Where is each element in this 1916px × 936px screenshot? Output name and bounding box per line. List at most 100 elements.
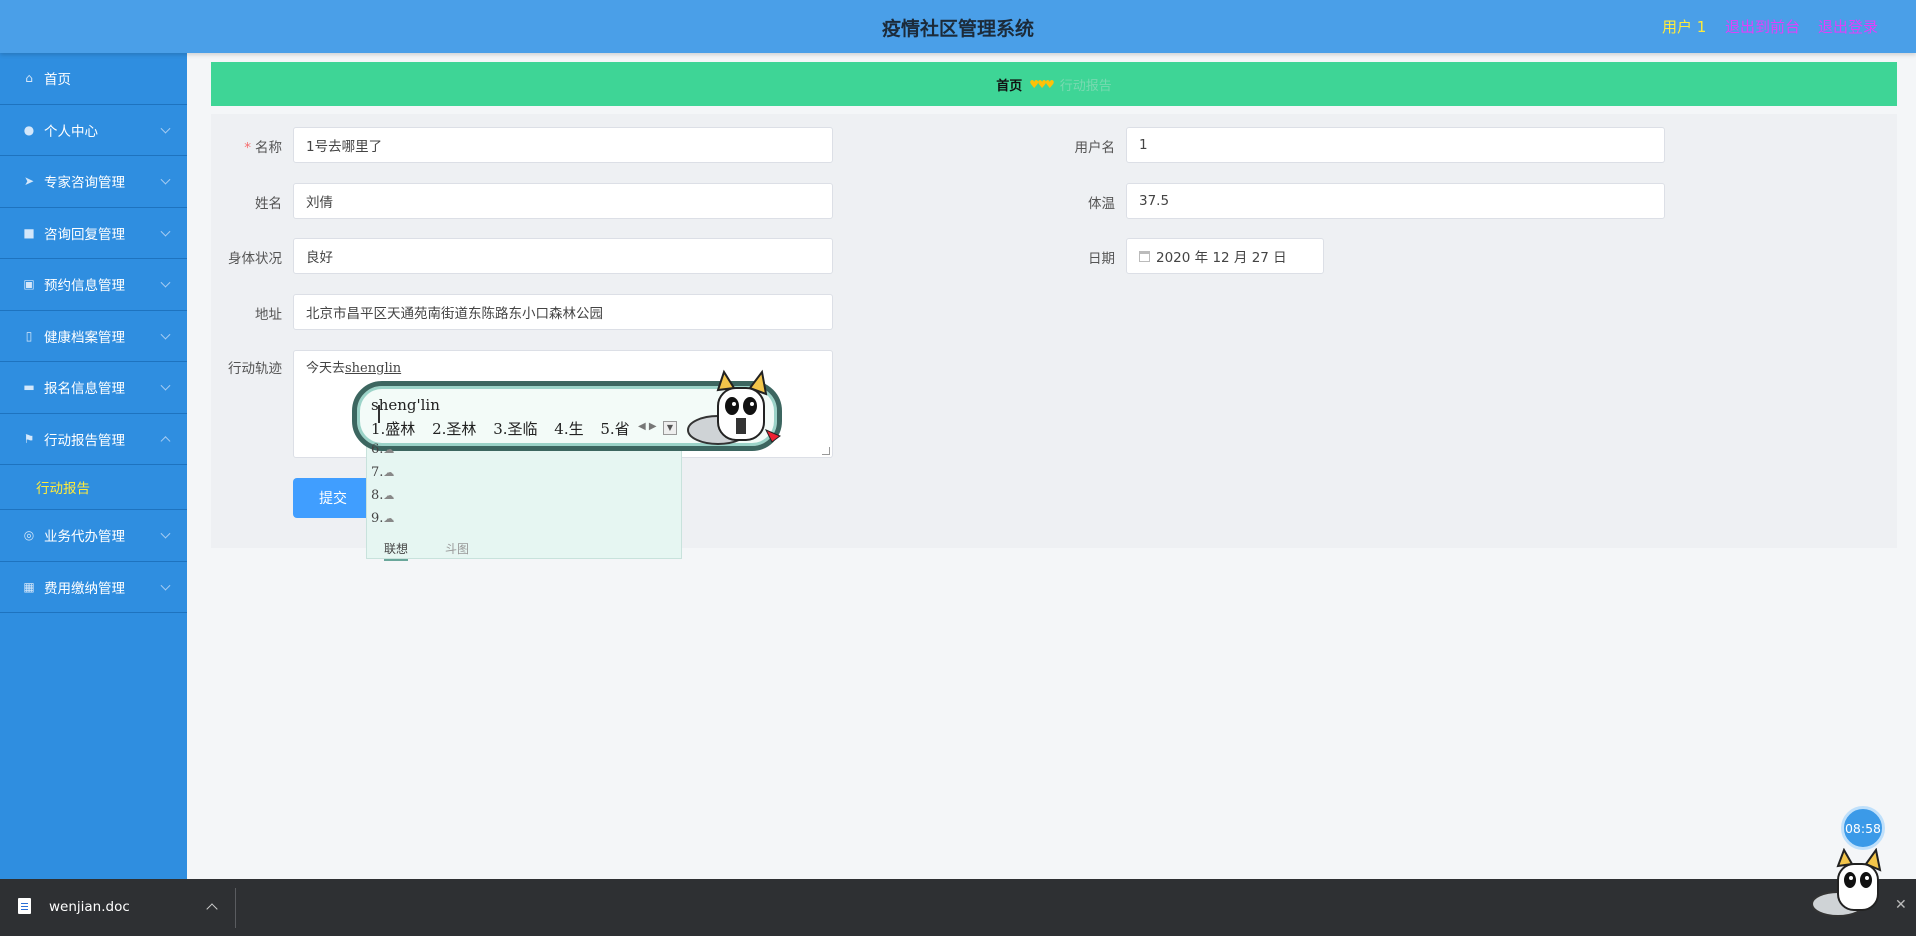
sidebar-item-expert-consult[interactable]: ➤ 专家咨询管理: [0, 156, 187, 208]
cloud-icon: ☁: [383, 512, 395, 525]
reply-icon: ■: [23, 225, 35, 240]
sidebar-item-profile[interactable]: ● 个人中心: [0, 105, 187, 156]
track-text: 今天去: [306, 361, 346, 376]
date-label: 日期: [1088, 251, 1115, 267]
ime-cloud-row[interactable]: 6.☁: [371, 442, 394, 457]
ime-mascot-image: [687, 369, 781, 445]
date-picker[interactable]: 2020 年 12 月 27 日: [1126, 238, 1324, 274]
sidebar-item-registration[interactable]: ▬ 报名信息管理: [0, 362, 187, 414]
sidebar-item-label: 报名信息管理: [44, 381, 125, 398]
breadcrumb: 首页 ♥♥♥ 行动报告: [211, 62, 1897, 106]
lifebuoy-icon: ◎: [23, 528, 35, 543]
send-icon: ➤: [23, 174, 35, 189]
user-icon: ●: [23, 122, 35, 137]
chevron-down-icon: [160, 380, 171, 391]
username-input[interactable]: 1: [1126, 127, 1665, 163]
track-label: 行动轨迹: [228, 361, 282, 377]
realname-input[interactable]: 刘倩: [293, 183, 833, 219]
ime-candidate[interactable]: 3.圣临: [493, 420, 537, 438]
taskbar: [0, 879, 1916, 936]
sidebar-item-label: 费用缴纳管理: [44, 580, 125, 597]
sidebar-item-action-report[interactable]: ⚑ 行动报告管理: [0, 414, 187, 465]
chevron-down-icon: [160, 528, 171, 539]
ticket-icon: ▬: [23, 380, 35, 395]
health-label: 身体状况: [228, 251, 282, 267]
chevron-down-icon: [160, 123, 171, 134]
sidebar-item-home[interactable]: ⌂ 首页: [0, 53, 187, 105]
ime-candidate-row: 1.盛林 2.圣林 3.圣临 4.生 5.省: [371, 418, 642, 439]
download-file-name[interactable]: wenjian.doc: [49, 899, 130, 915]
temperature-label: 体温: [1088, 196, 1115, 212]
sidebar-item-label: 健康档案管理: [44, 329, 125, 346]
breadcrumb-separator-icon: ♥♥♥: [1029, 77, 1055, 91]
corner-mascot-image: [1811, 848, 1882, 917]
health-input[interactable]: 良好: [293, 238, 833, 274]
sidebar-item-consult-reply[interactable]: ■ 咨询回复管理: [0, 208, 187, 259]
ime-candidate[interactable]: 5.省: [600, 420, 629, 438]
ime-tab-stickers[interactable]: 斗图: [445, 540, 469, 557]
chevron-down-icon: [160, 226, 171, 237]
chevron-down-icon: [160, 580, 171, 591]
close-icon[interactable]: ✕: [1895, 897, 1907, 913]
ime-cloud-row[interactable]: 9.☁: [371, 511, 394, 526]
cloud-icon: ☁: [383, 443, 395, 456]
ime-candidate[interactable]: 4.生: [554, 420, 583, 438]
address-label: 地址: [255, 307, 282, 323]
lock-icon: ▯: [25, 328, 33, 343]
required-asterisk: *: [244, 140, 251, 156]
chevron-up-icon: [160, 435, 171, 446]
chevron-down-icon: [160, 329, 171, 340]
sidebar-item-health-records[interactable]: ▯ 健康档案管理: [0, 311, 187, 362]
ime-tab-association[interactable]: 联想: [384, 540, 409, 561]
sidebar-item-business-agent[interactable]: ◎ 业务代办管理: [0, 510, 187, 562]
flag-icon: ⚑: [23, 431, 35, 446]
sidebar-item-label: 个人中心: [44, 123, 98, 140]
sidebar-item-label: 首页: [44, 72, 71, 89]
ime-expand-icon[interactable]: ▼: [663, 421, 677, 435]
taskbar-divider: [235, 888, 236, 928]
logout-link[interactable]: 退出登录: [1818, 16, 1878, 37]
current-user: 用户 1: [1662, 18, 1707, 36]
sidebar-item-label: 行动报告管理: [44, 432, 125, 449]
submit-button[interactable]: 提交: [293, 478, 373, 518]
ime-page-arrows-icon[interactable]: ◀ ▶: [638, 421, 657, 432]
sidebar-item-fee-payment[interactable]: ▦ 费用缴纳管理: [0, 562, 187, 613]
ime-cloud-row[interactable]: 7.☁: [371, 465, 394, 480]
sidebar-item-label: 业务代办管理: [44, 529, 125, 546]
sidebar-item-label: 预约信息管理: [44, 278, 125, 295]
sidebar-item-label: 咨询回复管理: [44, 226, 125, 243]
ime-candidate[interactable]: 2.圣林: [432, 420, 476, 438]
name-label: * 名称: [244, 140, 282, 156]
top-header: 疫情社区管理系统 用户 1 退出到前台 退出登录: [0, 0, 1916, 53]
resize-handle[interactable]: [822, 447, 830, 455]
ime-candidate-panel: [366, 434, 682, 559]
temperature-input[interactable]: 37.5: [1126, 183, 1665, 219]
track-composing-text: shenglin: [345, 361, 402, 376]
cloud-icon: ☁: [383, 466, 395, 479]
app-title: 疫情社区管理系统: [881, 18, 1034, 40]
document-icon: [18, 898, 31, 914]
exit-to-front-link[interactable]: 退出到前台: [1725, 16, 1800, 37]
briefcase-icon: ▣: [23, 277, 35, 292]
name-input[interactable]: 1号去哪里了: [293, 127, 833, 163]
date-value: 2020 年 12 月 27 日: [1156, 250, 1287, 266]
home-icon: ⌂: [25, 71, 33, 86]
ime-pinyin-text: sheng'lin: [371, 396, 440, 414]
breadcrumb-current: 行动报告: [1059, 78, 1112, 94]
sidebar-item-appointment[interactable]: ▣ 预约信息管理: [0, 259, 187, 311]
username-label: 用户名: [1074, 140, 1116, 156]
chevron-down-icon: [160, 174, 171, 185]
calendar-icon: [1139, 250, 1150, 262]
clock-badge[interactable]: 08:58: [1841, 806, 1885, 850]
grid-icon: ▦: [23, 579, 35, 594]
submenu-action-report[interactable]: 行动报告: [0, 465, 187, 510]
sidebar-item-label: 专家咨询管理: [44, 175, 125, 192]
ime-candidate[interactable]: 1.盛林: [371, 420, 415, 438]
chevron-down-icon: [160, 277, 171, 288]
realname-label: 姓名: [255, 196, 282, 212]
sidebar: ⌂ 首页 ● 个人中心 ➤ 专家咨询管理 ■ 咨询回复管理 ▣ 预约信息管理 ▯…: [0, 53, 187, 879]
ime-cloud-row[interactable]: 8.☁: [371, 488, 394, 503]
breadcrumb-home[interactable]: 首页: [996, 75, 1022, 94]
address-input[interactable]: 北京市昌平区天通苑南街道东陈路东小口森林公园: [293, 294, 833, 330]
cloud-icon: ☁: [383, 489, 395, 502]
